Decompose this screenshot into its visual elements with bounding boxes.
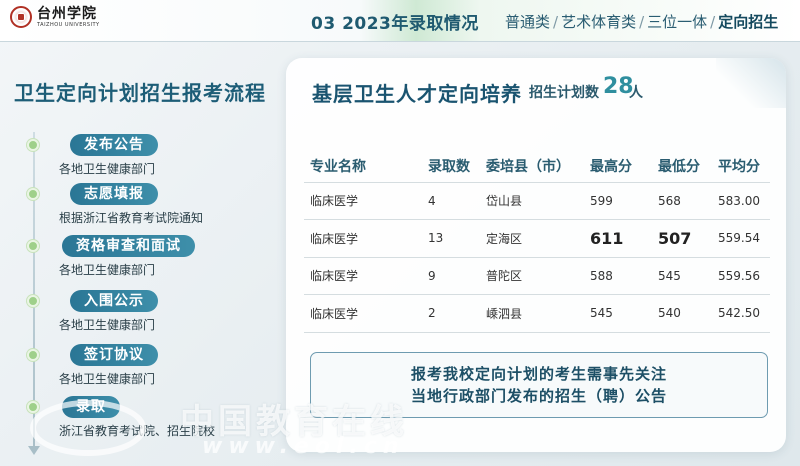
university-logo[interactable]: 台州学院 TAIZHOU UNIVERSITY: [10, 6, 100, 28]
cell-max-score: 545: [584, 294, 652, 333]
cell-avg-score: 559.54: [712, 219, 770, 257]
table-row: 临床医学 13 定海区 611 507 559.54: [304, 219, 770, 257]
process-step: 录取 浙江省教育考试院、招生院校: [24, 396, 294, 442]
step-description: 浙江省教育考试院、招生院校: [59, 424, 216, 438]
process-step: 发布公告 各地卫生健康部门: [24, 134, 294, 180]
admission-table: 专业名称 录取数 委培县（市） 最高分 最低分 平均分 临床医学 4 岱山县 5…: [304, 150, 770, 333]
cell-avg-score: 559.56: [712, 256, 770, 295]
column-header: 专业名称: [310, 158, 366, 175]
step-description: 各地卫生健康部门: [59, 263, 156, 277]
step-label[interactable]: 志愿填报: [70, 183, 158, 205]
column-header: 最高分: [590, 158, 632, 175]
step-label[interactable]: 录取: [62, 396, 120, 418]
notice-line: 当地行政部门发布的招生（聘）公告: [410, 387, 667, 405]
cell-min-score: 545: [652, 256, 712, 295]
process-title: 卫生定向计划招生报考流程: [14, 81, 266, 105]
column-header: 最低分: [658, 158, 700, 175]
cell-admitted: 4: [422, 181, 480, 220]
process-step: 志愿填报 根据浙江省教育考试院通知: [24, 183, 294, 229]
table-row: 临床医学 4 岱山县 599 568 583.00: [304, 181, 770, 220]
cell-min-score: 540: [652, 294, 712, 333]
step-label[interactable]: 签订协议: [70, 344, 158, 366]
cell-major: 临床医学: [304, 219, 422, 257]
card-title: 基层卫生人才定向培养: [312, 82, 522, 106]
step-label[interactable]: 资格审查和面试: [62, 235, 195, 257]
cell-county: 普陀区: [480, 256, 584, 295]
nav-item-directed[interactable]: 定向招生: [718, 11, 778, 32]
cell-min-score: 507: [652, 219, 712, 257]
step-dot-icon: [27, 139, 39, 151]
process-step: 签订协议 各地卫生健康部门: [24, 344, 294, 390]
cell-major: 临床医学: [304, 256, 422, 295]
cell-avg-score: 583.00: [712, 181, 770, 220]
admission-card: 基层卫生人才定向培养 招生计划数 28 人 专业名称 录取数 委培县（市） 最高…: [286, 58, 786, 452]
table-row: 临床医学 9 普陀区 588 545 559.56: [304, 256, 770, 295]
timeline-arrow-icon: [28, 446, 40, 455]
cell-max-score: 588: [584, 256, 652, 295]
step-dot-icon: [27, 240, 39, 252]
step-description: 各地卫生健康部门: [59, 318, 156, 332]
cell-max-score: 599: [584, 181, 652, 220]
logo-english-name: TAIZHOU UNIVERSITY: [37, 21, 100, 28]
step-dot-icon: [27, 401, 39, 413]
nav-separator: /: [710, 13, 716, 31]
step-description: 各地卫生健康部门: [59, 372, 156, 386]
table-row: 临床医学 2 嵊泗县 545 540 542.50: [304, 294, 770, 333]
process-step: 资格审查和面试 各地卫生健康部门: [24, 235, 294, 281]
step-dot-icon: [27, 188, 39, 200]
cell-admitted: 9: [422, 256, 480, 295]
process-step: 入围公示 各地卫生健康部门: [24, 290, 294, 336]
nav-item-arts-sports[interactable]: 艺术体育类: [561, 11, 636, 32]
cell-county: 岱山县: [480, 181, 584, 220]
nav-separator: /: [639, 13, 645, 31]
column-header: 平均分: [718, 158, 760, 175]
nav-item-general[interactable]: 普通类: [505, 11, 550, 32]
step-dot-icon: [27, 295, 39, 307]
cell-county: 定海区: [480, 219, 584, 257]
step-description: 各地卫生健康部门: [59, 162, 156, 176]
column-header: 委培县（市）: [486, 158, 570, 175]
cell-admitted: 2: [422, 294, 480, 333]
logo-chinese-name: 台州学院: [37, 5, 97, 22]
cell-min-score: 568: [652, 181, 712, 220]
nav-item-three-in-one[interactable]: 三位一体: [647, 11, 707, 32]
corner-decoration: [716, 58, 786, 108]
plan-label: 招生计划数: [529, 85, 599, 101]
cell-major: 临床医学: [304, 181, 422, 220]
step-label[interactable]: 发布公告: [70, 134, 158, 156]
section-title: 03 2023年录取情况: [311, 14, 479, 34]
step-description: 根据浙江省教育考试院通知: [59, 211, 204, 225]
top-header: 台州学院 TAIZHOU UNIVERSITY 03 2023年录取情况 普通类…: [0, 0, 800, 42]
step-label[interactable]: 入围公示: [70, 290, 158, 312]
cell-major: 临床医学: [304, 294, 422, 333]
notice-box: 报考我校定向计划的考生需事先关注 当地行政部门发布的招生（聘）公告: [310, 352, 768, 418]
cell-avg-score: 542.50: [712, 294, 770, 333]
university-seal-icon: [10, 6, 32, 28]
table-header-row: 专业名称 录取数 委培县（市） 最高分 最低分 平均分: [304, 150, 770, 182]
cell-admitted: 13: [422, 219, 480, 257]
notice-line: 报考我校定向计划的考生需事先关注: [410, 365, 667, 383]
plan-unit: 人: [629, 85, 643, 101]
cell-max-score: 611: [584, 219, 652, 257]
column-header: 录取数: [428, 158, 470, 175]
step-dot-icon: [27, 349, 39, 361]
category-nav: 普通类 / 艺术体育类 / 三位一体 / 定向招生: [505, 11, 778, 32]
nav-separator: /: [553, 13, 559, 31]
cell-county: 嵊泗县: [480, 294, 584, 333]
